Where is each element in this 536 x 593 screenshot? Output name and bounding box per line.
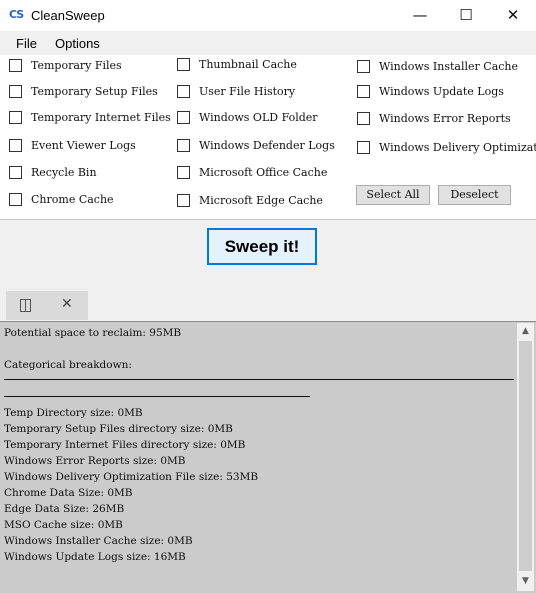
checkbox-temporary-internet-files[interactable]: Temporary Internet Files (9, 111, 171, 124)
breakdown-line: Temporary Setup Files directory size: 0M… (4, 423, 233, 435)
document-icon (20, 299, 31, 312)
tab-close-icon[interactable]: ✕ (61, 296, 73, 312)
checkbox-box[interactable] (177, 139, 190, 152)
scroll-up-icon[interactable]: ▲ (517, 323, 534, 340)
checkbox-box[interactable] (177, 58, 190, 71)
checkbox-box[interactable] (357, 112, 370, 125)
checkbox-box[interactable] (357, 85, 370, 98)
checkbox-label: Microsoft Office Cache (199, 166, 328, 179)
checkbox-box[interactable] (9, 85, 22, 98)
vertical-scrollbar[interactable]: ▲ ▼ (517, 323, 534, 591)
checkbox-label: Windows Error Reports (379, 112, 511, 125)
menu-file[interactable]: File (16, 36, 37, 51)
menu-options[interactable]: Options (55, 36, 100, 51)
checkbox-box[interactable] (9, 193, 22, 206)
deselect-button[interactable]: Deselect (438, 185, 511, 205)
checkbox-label: Windows OLD Folder (199, 111, 318, 124)
checkbox-label: User File History (199, 85, 296, 98)
checkbox-windows-error-reports[interactable]: Windows Error Reports (357, 112, 511, 125)
window-title: CleanSweep (31, 8, 105, 23)
breakdown-line: Windows Installer Cache size: 0MB (4, 535, 193, 547)
checkbox-event-viewer-logs[interactable]: Event Viewer Logs (9, 139, 136, 152)
menu-bar: File Options (0, 31, 536, 55)
checkbox-label: Windows Installer Cache (379, 60, 519, 73)
checkbox-windows-installer-cache[interactable]: Windows Installer Cache (357, 60, 518, 73)
output-tab[interactable]: ✕ (6, 291, 88, 320)
checkbox-windows-update-logs[interactable]: Windows Update Logs (357, 85, 504, 98)
potential-space-text: Potential space to reclaim: 95MB (4, 327, 182, 339)
checkbox-label: Recycle Bin (31, 166, 97, 179)
checkbox-box[interactable] (177, 111, 190, 124)
checkbox-recycle-bin[interactable]: Recycle Bin (9, 166, 97, 179)
checkbox-chrome-cache[interactable]: Chrome Cache (9, 193, 114, 206)
checkbox-box[interactable] (9, 139, 22, 152)
checkbox-windows-delivery-optimization[interactable]: Windows Delivery Optimization (357, 141, 536, 154)
sweep-button[interactable]: Sweep it! (207, 228, 317, 265)
checkbox-box[interactable] (177, 166, 190, 179)
checkbox-box[interactable] (177, 85, 190, 98)
checkbox-box[interactable] (9, 59, 22, 72)
close-button[interactable]: ✕ (490, 0, 536, 31)
breakdown-line: Windows Error Reports size: 0MB (4, 455, 186, 467)
title-bar: CS CleanSweep — ☐ ✕ (0, 0, 536, 31)
breakdown-line: Temporary Internet Files directory size:… (4, 439, 246, 451)
checkbox-label: Windows Delivery Optimization (379, 141, 536, 154)
checkbox-windows-old-folder[interactable]: Windows OLD Folder (177, 111, 318, 124)
checkbox-label: Temporary Internet Files (31, 111, 171, 124)
action-area: Sweep it! ✕ (0, 220, 536, 321)
checkbox-label: Temporary Setup Files (31, 85, 158, 98)
breakdown-line: Chrome Data Size: 0MB (4, 487, 133, 499)
checkbox-thumbnail-cache[interactable]: Thumbnail Cache (177, 58, 297, 71)
breakdown-line: Edge Data Size: 26MB (4, 503, 125, 515)
checkbox-label: Thumbnail Cache (199, 58, 297, 71)
checkbox-box[interactable] (357, 60, 370, 73)
checkbox-windows-defender-logs[interactable]: Windows Defender Logs (177, 139, 335, 152)
scrollbar-thumb[interactable] (519, 341, 532, 571)
checkbox-label: Temporary Files (31, 59, 122, 72)
scroll-down-icon[interactable]: ▼ (517, 573, 534, 590)
separator-line (4, 379, 514, 380)
checkbox-box[interactable] (357, 141, 370, 154)
checkbox-user-file-history[interactable]: User File History (177, 85, 295, 98)
output-console[interactable]: Potential space to reclaim: 95MB Categor… (0, 321, 536, 593)
app-icon: CS (9, 8, 24, 21)
breakdown-line: MSO Cache size: 0MB (4, 519, 123, 531)
minimize-button[interactable]: — (397, 0, 443, 31)
checkbox-temporary-setup-files[interactable]: Temporary Setup Files (9, 85, 158, 98)
checkbox-microsoft-edge-cache[interactable]: Microsoft Edge Cache (177, 194, 323, 207)
separator-line (4, 396, 310, 397)
checkbox-label: Microsoft Edge Cache (199, 194, 323, 207)
checkbox-label: Windows Update Logs (379, 85, 504, 98)
breakdown-heading: Categorical breakdown: (4, 359, 132, 371)
checkbox-label: Windows Defender Logs (199, 139, 335, 152)
options-panel: Temporary Files Temporary Setup Files Te… (0, 55, 536, 220)
checkbox-box[interactable] (9, 111, 22, 124)
select-all-button[interactable]: Select All (356, 185, 430, 205)
checkbox-microsoft-office-cache[interactable]: Microsoft Office Cache (177, 166, 327, 179)
checkbox-label: Chrome Cache (31, 193, 114, 206)
checkbox-temporary-files[interactable]: Temporary Files (9, 59, 122, 72)
checkbox-box[interactable] (9, 166, 22, 179)
checkbox-box[interactable] (177, 194, 190, 207)
checkbox-label: Event Viewer Logs (31, 139, 136, 152)
breakdown-line: Windows Update Logs size: 16MB (4, 551, 186, 563)
maximize-button[interactable]: ☐ (443, 0, 489, 31)
breakdown-line: Windows Delivery Optimization File size:… (4, 471, 259, 483)
breakdown-line: Temp Directory size: 0MB (4, 407, 143, 419)
